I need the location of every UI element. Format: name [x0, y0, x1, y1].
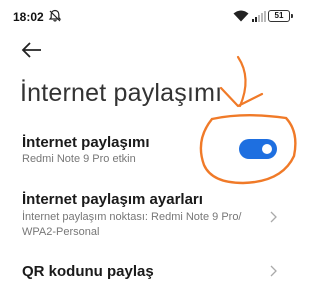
status-time: 18:02: [13, 10, 44, 24]
chevron-right-icon: [270, 265, 277, 277]
battery-icon: 51: [268, 10, 293, 22]
hotspot-settings-title: İnternet paylaşım ayarları: [22, 191, 203, 208]
dnd-icon: [48, 9, 62, 22]
back-arrow-icon[interactable]: [20, 40, 44, 60]
hotspot-settings-subtitle: İnternet paylaşım noktası: Redmi Note 9 …: [22, 211, 242, 238]
wifi-icon: [233, 10, 249, 22]
annotation-arrow: [219, 55, 264, 108]
share-qr-row[interactable]: QR kodunu paylaş: [0, 256, 300, 286]
toggle-knob: [262, 144, 272, 154]
hotspot-title: İnternet paylaşımı: [22, 134, 150, 151]
hotspot-subtitle: Redmi Note 9 Pro etkin: [22, 153, 136, 165]
page-title: İnternet paylaşımı: [20, 79, 223, 107]
hotspot-settings-row[interactable]: İnternet paylaşım ayarları İnternet payl…: [0, 186, 300, 246]
chevron-right-icon: [270, 211, 277, 223]
share-qr-title: QR kodunu paylaş: [22, 263, 154, 280]
hotspot-row[interactable]: İnternet paylaşımı Redmi Note 9 Pro etki…: [0, 125, 300, 173]
hotspot-toggle[interactable]: [239, 139, 277, 159]
signal-icon: [252, 11, 266, 22]
status-bar: 18:02 51: [0, 0, 300, 34]
